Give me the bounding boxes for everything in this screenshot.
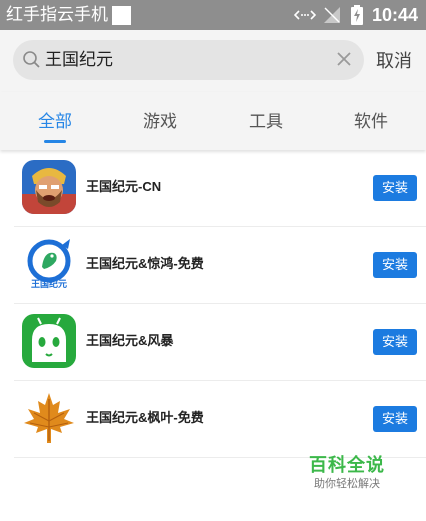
watermark-subtitle: 助你轻松解决: [314, 478, 380, 490]
maple-leaf-icon: [22, 391, 76, 445]
android-robot-icon: [22, 314, 76, 368]
status-icons: 10:44: [293, 4, 418, 26]
install-button[interactable]: 安装: [373, 252, 417, 278]
signal-icon: [323, 7, 340, 23]
status-bar: 红手指云手机 10:44: [0, 0, 426, 30]
list-item[interactable]: 王国纪元-CN 安装: [14, 150, 426, 227]
search-query: 王国纪元: [45, 50, 113, 69]
install-button[interactable]: 安装: [373, 329, 417, 355]
app-name: 王国纪元-CN: [86, 179, 162, 194]
install-button[interactable]: 安装: [373, 406, 417, 432]
category-tabs: 全部 游戏 工具 软件: [0, 92, 426, 150]
list-item[interactable]: 王国纪元&风暴 安装: [14, 304, 426, 381]
warrior-game-icon: [22, 160, 76, 214]
carrier-label: 红手指云手机: [6, 5, 108, 24]
search-icon: [23, 51, 40, 68]
watermark-title: 百科全说: [309, 455, 385, 475]
install-button[interactable]: 安装: [373, 175, 417, 201]
app-name: 王国纪元&惊鸿-免费: [86, 256, 204, 271]
app-name: 王国纪元&风暴: [86, 333, 174, 348]
active-tab-indicator: [44, 140, 66, 143]
search-input[interactable]: 王国纪元: [13, 40, 364, 80]
watermark: 百科全说 助你轻松解决: [300, 454, 394, 492]
data-arrows-icon: [293, 10, 316, 20]
list-item[interactable]: 王国纪元 王国纪元&惊鸿-免费 安装: [14, 227, 426, 304]
tab-software[interactable]: 软件: [331, 111, 411, 133]
tab-all[interactable]: 全部: [15, 111, 95, 133]
clock: 10:44: [371, 4, 418, 25]
search-bar: 王国纪元 取消: [0, 30, 426, 92]
tab-games[interactable]: 游戏: [120, 111, 200, 133]
icon-caption: 王国纪元: [30, 279, 67, 289]
app-name: 王国纪元&枫叶-免费: [86, 410, 204, 425]
notification-icon: [112, 6, 131, 25]
cancel-button[interactable]: 取消: [376, 49, 412, 73]
list-item[interactable]: 王国纪元&枫叶-免费 安装: [14, 381, 426, 458]
bird-logo-icon: 王国纪元: [22, 237, 76, 291]
app-list: 王国纪元-CN 安装 王国纪元 王国纪元&惊鸿-免费 安装 王国纪元&风暴 安装…: [0, 150, 426, 458]
tab-tools[interactable]: 工具: [226, 111, 306, 133]
clear-icon[interactable]: [335, 50, 353, 68]
battery-charging-icon: [350, 5, 363, 25]
